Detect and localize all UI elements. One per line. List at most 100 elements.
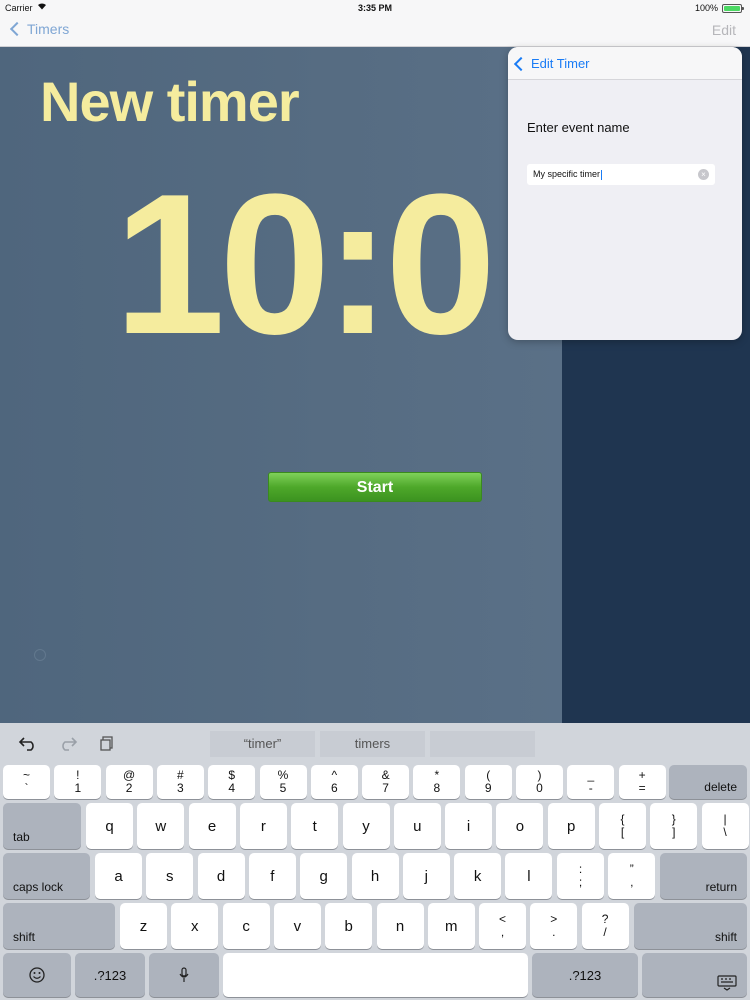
- key-n[interactable]: n: [376, 903, 424, 949]
- key-number-8[interactable]: * 8: [413, 765, 461, 799]
- key-number-11[interactable]: _ -: [567, 765, 615, 799]
- key-number-1-char: 1: [74, 781, 82, 795]
- key-s[interactable]: s: [146, 853, 194, 899]
- back-to-timers-button[interactable]: Timers: [8, 21, 69, 37]
- key-i[interactable]: i: [445, 803, 493, 849]
- key-number-3[interactable]: #3: [156, 765, 204, 799]
- caps-lock-key[interactable]: caps lock: [3, 853, 90, 899]
- key-number-9[interactable]: (9: [464, 765, 512, 799]
- key-d[interactable]: d: [197, 853, 245, 899]
- keyboard-dismiss-icon[interactable]: [642, 953, 747, 997]
- key-y[interactable]: y: [342, 803, 390, 849]
- key-g[interactable]: g: [300, 853, 348, 899]
- back-button-label: Timers: [27, 21, 70, 37]
- key-qwerty-sym-0[interactable]: {[: [599, 803, 646, 849]
- key-number-4[interactable]: $4: [208, 765, 256, 799]
- shift-key-right[interactable]: shift: [634, 903, 747, 949]
- microphone-icon[interactable]: [149, 953, 219, 997]
- key-b[interactable]: b: [325, 903, 373, 949]
- suggestion-3[interactable]: [430, 731, 535, 757]
- suggestion-1[interactable]: “timer”: [210, 731, 315, 757]
- key-number-0-char: `: [24, 781, 29, 795]
- key-qwerty-sym-2[interactable]: | \: [701, 803, 749, 849]
- key-zxcv-sym-1-char: .: [552, 925, 556, 939]
- status-time: 3:35 PM: [357, 3, 392, 13]
- key-z[interactable]: z: [120, 903, 167, 949]
- status-bar: Carrier 3:35 PM 100%: [0, 0, 750, 16]
- emoji-icon[interactable]: [3, 953, 71, 997]
- key-qwerty-sym-0-char: [: [620, 825, 625, 839]
- key-o[interactable]: o: [496, 803, 544, 849]
- on-screen-keyboard: “timer” timers delete tab caps lock retu…: [0, 723, 750, 1000]
- edit-timer-back-button[interactable]: Edit Timer: [512, 56, 590, 71]
- key-number-12-char: =: [638, 781, 646, 795]
- tab-key[interactable]: tab: [3, 803, 81, 849]
- key-number-7[interactable]: & 7: [362, 765, 410, 799]
- key-k[interactable]: k: [454, 853, 502, 899]
- suggestion-2[interactable]: timers: [320, 731, 425, 757]
- key-number-5-char: 5: [279, 781, 287, 795]
- return-key[interactable]: return: [660, 853, 747, 899]
- key-number-11-char: -: [588, 781, 593, 795]
- clear-text-icon[interactable]: ×: [698, 169, 709, 180]
- key-q[interactable]: q: [86, 803, 133, 849]
- key-zxcv-sym-0[interactable]: <,: [479, 903, 526, 949]
- key-t[interactable]: t: [291, 803, 339, 849]
- key-number-1[interactable]: ! 1: [54, 765, 102, 799]
- key-r[interactable]: r: [239, 803, 287, 849]
- chevron-left-icon: [9, 21, 25, 37]
- key-number-10-char: 0: [536, 781, 543, 795]
- key-asdf-sym-1[interactable]: ”,: [608, 853, 656, 899]
- key-zxcv-sym-1[interactable]: >.: [530, 903, 578, 949]
- event-name-input[interactable]: My specific timer ×: [527, 164, 715, 185]
- key-m[interactable]: m: [427, 903, 475, 949]
- key-f[interactable]: f: [248, 853, 296, 899]
- key-zxcv-sym-2-char: /: [603, 925, 607, 939]
- edit-button[interactable]: Edit: [712, 22, 736, 38]
- space-bar[interactable]: [223, 953, 528, 997]
- edit-timer-popover: Edit Timer Enter event name My specific …: [508, 47, 742, 340]
- key-number-6[interactable]: ^ 6: [310, 765, 358, 799]
- timer-title: New timer: [40, 70, 300, 133]
- key-number-6-char: 6: [330, 781, 338, 795]
- numbers-key-right[interactable]: .?123: [532, 953, 638, 997]
- redo-icon[interactable]: [58, 735, 78, 756]
- key-number-0[interactable]: ~ `: [3, 765, 50, 799]
- key-c[interactable]: c: [222, 903, 270, 949]
- key-j[interactable]: j: [402, 853, 450, 899]
- key-u[interactable]: u: [393, 803, 441, 849]
- chevron-left-icon: [513, 56, 529, 71]
- key-qwerty-sym-1[interactable]: }]: [650, 803, 698, 849]
- key-number-7-char: 7: [382, 781, 389, 795]
- key-number-2[interactable]: @2: [105, 765, 153, 799]
- key-asdf-sym-0[interactable]: :;: [557, 853, 604, 899]
- key-v[interactable]: v: [273, 903, 321, 949]
- battery-icon: [722, 4, 744, 13]
- key-w[interactable]: w: [137, 803, 185, 849]
- info-icon[interactable]: [34, 649, 46, 661]
- key-number-9-char: 9: [484, 781, 492, 795]
- undo-icon[interactable]: [18, 735, 38, 756]
- key-qwerty-sym-1-char: ]: [672, 825, 676, 839]
- key-zxcv-sym-2[interactable]: ? /: [581, 903, 629, 949]
- key-number-5[interactable]: % 5: [259, 765, 307, 799]
- key-a[interactable]: a: [95, 853, 142, 899]
- battery-percentage: 100%: [694, 3, 718, 13]
- key-number-12[interactable]: + =: [618, 765, 666, 799]
- key-number-8-char: 8: [433, 781, 441, 795]
- shift-key-left[interactable]: shift: [3, 903, 115, 949]
- timer-panel: New timer 10:0 Start: [0, 47, 562, 723]
- key-x[interactable]: x: [171, 903, 219, 949]
- start-button[interactable]: Start: [268, 472, 482, 502]
- key-l[interactable]: l: [505, 853, 553, 899]
- paste-icon[interactable]: [99, 735, 115, 756]
- key-h[interactable]: h: [351, 853, 399, 899]
- key-asdf-sym-1-char: ,: [630, 875, 634, 889]
- popover-back-label: Edit Timer: [531, 56, 590, 71]
- key-e[interactable]: e: [188, 803, 236, 849]
- delete-key[interactable]: delete: [669, 765, 747, 799]
- numbers-key-left[interactable]: .?123: [75, 953, 145, 997]
- key-number-10[interactable]: ) 0: [516, 765, 563, 799]
- key-p[interactable]: p: [547, 803, 595, 849]
- popover-header: Edit Timer: [508, 47, 742, 80]
